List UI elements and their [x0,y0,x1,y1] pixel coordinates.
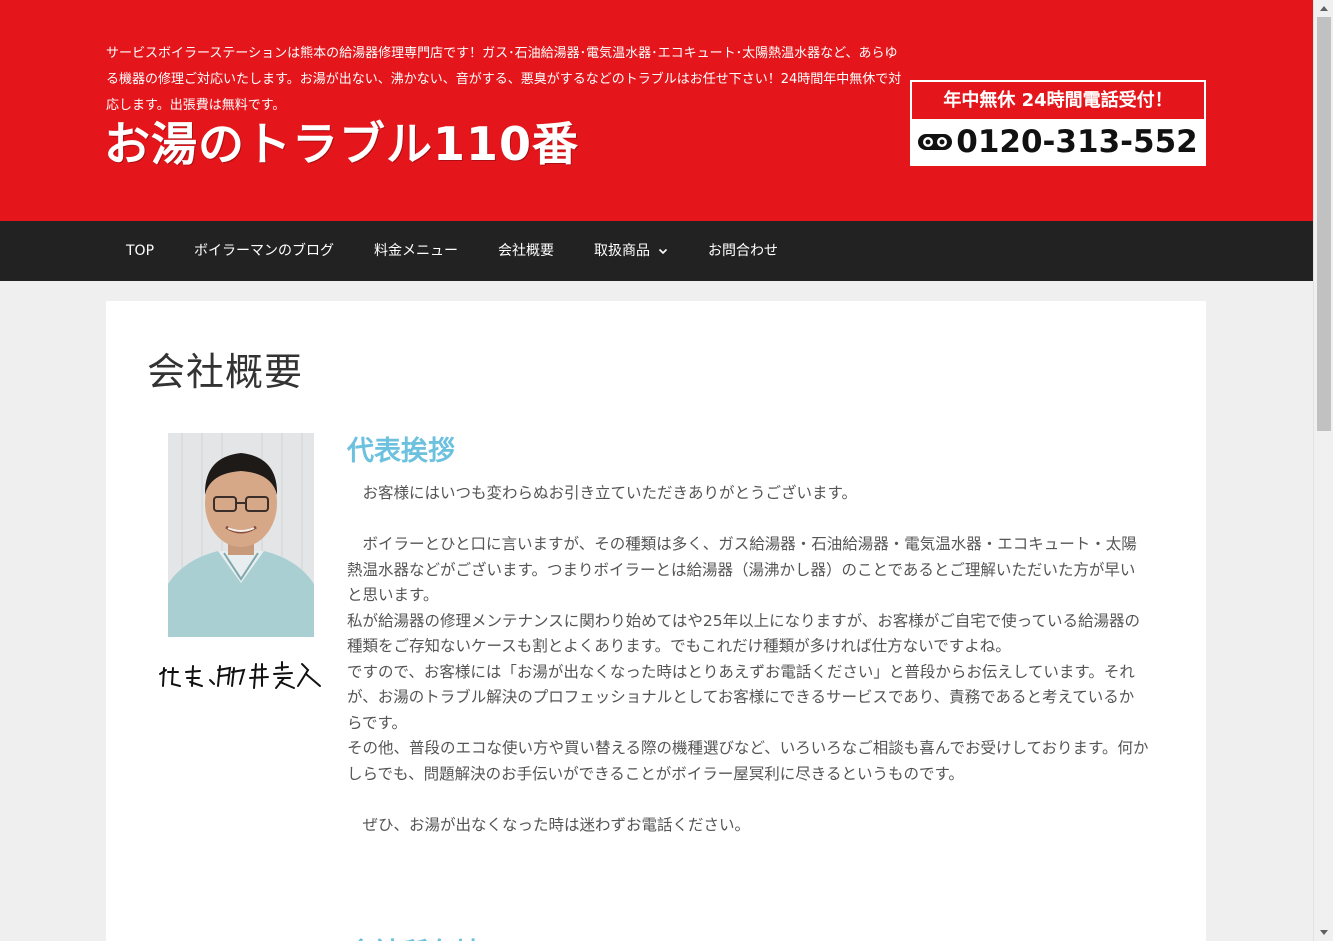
signature-image [159,661,321,689]
nav-item-label: 取扱商品 [594,243,651,259]
nav-item-company[interactable]: 会社概要 [478,221,574,281]
greeting-text: お客様にはいつも変わらぬお引き立ていただきありがとうございます。 ボイラーとひと… [347,481,1149,838]
nav-item-label: ボイラーマンのブログ [194,243,335,259]
nav-list: TOP ボイラーマンのブログ 料金メニュー 会社概要 取扱商品 お問合わせ [106,221,798,281]
greeting-heading: 代表挨拶 [347,436,455,467]
nav-item-blog[interactable]: ボイラーマンのブログ [174,221,354,281]
vertical-scrollbar[interactable] [1313,0,1333,941]
greeting-paragraph: ボイラーとひと口に言いますが、その種類は多く、ガス給湯器・石油給湯器・電気温水器… [347,535,1137,604]
main-navigation: TOP ボイラーマンのブログ 料金メニュー 会社概要 取扱商品 お問合わせ [0,221,1313,281]
nav-item-price-menu[interactable]: 料金メニュー [354,221,478,281]
phone-banner: 年中無休 24時間電話受付！ [911,81,1205,119]
nav-item-contact[interactable]: お問合わせ [688,221,798,281]
scroll-up-arrow-icon[interactable] [1314,0,1333,17]
phone-number[interactable]: 0120-313-552 [956,124,1197,160]
content-area: 会社概要 代表挨拶 お客様にはいつも変わらぬお引き立ていただきありがとうございま… [106,301,1206,941]
company-location-heading: 会社所在地 [347,931,482,941]
greeting-paragraph: 私が給湯器の修理メンテナンスに関わり始めてはや25年以上になりますが、お客様がご… [347,611,1141,656]
greeting-paragraph: お客様にはいつも変わらぬお引き立ていただきありがとうございます。 [347,484,857,502]
greeting-paragraph: ぜひ、お湯が出なくなった時は迷わずお電話ください。 [347,815,751,834]
nav-item-top[interactable]: TOP [106,221,174,281]
portrait-image [168,433,314,637]
freedial-icon [918,134,953,150]
site-header: サービスボイラーステーションは熊本の給湯器修理専門店です！ガス･石油給湯器･電気… [0,0,1313,221]
nav-item-label: 会社概要 [498,243,555,259]
greeting-paragraph: ですので、お客様には「お湯が出なくなった時はとりあえずお電話ください」と普段から… [347,662,1135,732]
chevron-down-icon [658,248,668,255]
page-title: 会社概要 [147,350,304,394]
nav-item-label: お問合わせ [708,243,779,259]
nav-item-label: 料金メニュー [374,243,459,259]
phone-number-row[interactable]: 0120-313-552 [911,119,1205,165]
nav-item-label: TOP [126,243,155,259]
representative-photo [168,433,314,637]
site-tagline: サービスボイラーステーションは熊本の給湯器修理専門店です！ガス･石油給湯器･電気… [106,46,902,113]
site-title[interactable]: お湯のトラブル110番 [104,114,579,174]
browser-viewport: サービスボイラーステーションは熊本の給湯器修理専門店です！ガス･石油給湯器･電気… [0,0,1313,941]
scrollbar-thumb[interactable] [1317,17,1331,431]
nav-item-products[interactable]: 取扱商品 [574,221,688,281]
phone-contact-box[interactable]: 年中無休 24時間電話受付！ 0120-313-552 [910,80,1206,166]
scroll-down-arrow-icon[interactable] [1314,924,1333,941]
greeting-paragraph: その他、普段のエコな使い方や買い替える際の機種選びなど、いろいろなご相談も喜んで… [347,739,1149,783]
